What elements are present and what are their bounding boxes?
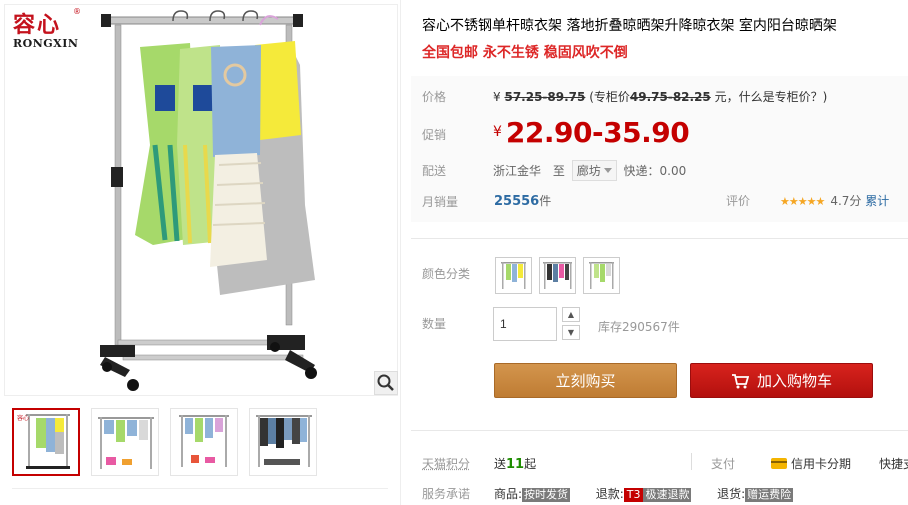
brand-logo: 容心 ® RONGXIN [13, 7, 81, 50]
buy-now-label: 立刻购买 [555, 372, 616, 390]
tmall-points: 送11起 [494, 455, 536, 472]
points-prefix: 送 [494, 457, 507, 471]
original-price-value: 57.25-89.75 [504, 90, 586, 104]
shipping-label: 配送 [422, 164, 447, 178]
svg-text:容心: 容心 [17, 414, 29, 422]
tmall-points-label[interactable]: 天猫积分 [422, 455, 470, 472]
thumbnail-image [256, 415, 312, 467]
product-subtitle: 全国包邮 永不生锈 稳固风吹不倒 [422, 45, 628, 61]
credit-installment-text: 信用卡分期 [791, 457, 852, 471]
chevron-up-icon: ▲ [567, 310, 575, 319]
fast-refund-badge[interactable]: 极速退款 [643, 488, 692, 502]
color-option-3[interactable] [583, 257, 620, 294]
main-product-image[interactable]: 容心 ® RONGXIN [4, 4, 398, 396]
star-rating-icon: ★★★★★ [780, 195, 825, 208]
destination-value: 廊坊 [576, 164, 601, 178]
thumbnail-4[interactable] [249, 408, 317, 476]
express-pay-link[interactable]: 快捷支 [879, 455, 908, 472]
thumbnail-image [179, 415, 229, 467]
ship-to-word: 至 [552, 164, 565, 178]
monthly-sales: 25556件 [494, 192, 551, 209]
destination-select[interactable]: 廊坊 [571, 160, 617, 181]
shipping-insurance-badge[interactable]: 赠运费险 [745, 488, 794, 502]
counter-price-help-link[interactable]: 元，什么是专柜价？) [715, 90, 828, 104]
add-to-cart-button[interactable]: 加入购物车 [690, 363, 873, 398]
original-price: ¥ 57.25-89.75 (专柜价49.75-82.25 元，什么是专柜价？) [493, 88, 827, 105]
counter-price-prefix: (专柜价 [589, 90, 630, 104]
thumbnail-image [98, 417, 154, 469]
thumbnail-3[interactable] [170, 408, 238, 476]
gallery-divider [12, 488, 388, 489]
product-info-panel: 容心不锈钢单杆晾衣架 落地折叠晾晒架升降晾衣架 室内阳台晾晒架 全国包邮 永不生… [400, 0, 908, 505]
ship-from: 浙江金华 [493, 164, 542, 178]
service-promise: 商品: 按时发货 退款: T3 极速退款 退货: 赠运费险 [494, 485, 794, 502]
thumbnail-strip: 容心 [12, 408, 398, 478]
product-title: 容心不锈钢单杆晾衣架 落地折叠晾晒架升降晾衣架 室内阳台晾晒架 [422, 18, 837, 34]
divider [411, 430, 908, 431]
promo-currency: ¥ [493, 124, 502, 140]
monthly-sales-label: 月销量 [422, 195, 459, 209]
rating-score: 4.7分 [830, 194, 862, 208]
divider [411, 238, 908, 239]
chevron-down-icon [603, 168, 612, 173]
counter-price-value: 49.75-82.25 [629, 90, 711, 104]
promo-price: ¥22.90-35.90 [493, 116, 690, 149]
rating-label: 评价 [726, 194, 751, 208]
quantity-decrease-button[interactable]: ▼ [562, 325, 580, 340]
stock-count: 库存290567件 [598, 320, 680, 334]
points-suffix: 起 [524, 457, 537, 471]
monthly-sales-unit: 件 [539, 194, 552, 208]
promo-label: 促销 [422, 128, 447, 142]
refund-label: 退款: [595, 487, 624, 501]
shipping-info: 浙江金华 至 廊坊 快递：0.00 [493, 160, 686, 181]
service-promise-label: 服务承诺 [422, 487, 471, 501]
buy-now-button[interactable]: 立刻购买 [494, 363, 677, 398]
product-gallery: 容心 ® RONGXIN 容心 [0, 0, 400, 505]
monthly-sales-count: 25556 [494, 194, 540, 209]
clothes-rack-illustration [100, 10, 317, 391]
swatch-image [501, 262, 526, 289]
thumbnail-2[interactable] [91, 408, 159, 476]
quantity-increase-button[interactable]: ▲ [562, 307, 580, 322]
registered-mark: ® [73, 7, 81, 16]
brand-name-en: RONGXIN [13, 37, 79, 50]
zoom-button[interactable] [374, 371, 398, 395]
t3-badge: T3 [623, 488, 644, 502]
thumbnail-image: 容心 [17, 414, 70, 469]
cart-icon [731, 373, 749, 388]
credit-installment-link[interactable]: 信用卡分期 [771, 455, 851, 472]
swatch-image [589, 262, 614, 289]
chevron-down-icon: ▼ [567, 328, 575, 337]
brand-name-cn: 容心 [13, 12, 62, 38]
magnifier-icon [377, 374, 394, 391]
color-option-1[interactable] [495, 257, 532, 294]
on-time-shipping-badge[interactable]: 按时发货 [522, 488, 571, 502]
goods-label: 商品: [494, 487, 523, 501]
return-label: 退货: [717, 487, 746, 501]
points-value: 11 [506, 457, 525, 472]
quantity-input[interactable] [493, 307, 557, 341]
color-label: 颜色分类 [422, 267, 471, 281]
swatch-image [543, 262, 572, 289]
price-currency: ¥ [493, 90, 501, 104]
color-option-2[interactable] [539, 257, 576, 294]
quantity-label: 数量 [422, 317, 447, 331]
promo-price-value: 22.90-35.90 [505, 116, 690, 149]
credit-card-icon [771, 458, 787, 469]
cumulative-reviews-link[interactable]: 累计 [865, 194, 889, 208]
shipping-fee: 快递：0.00 [623, 164, 687, 178]
payment-label: 支付 [711, 457, 736, 471]
thumbnail-1[interactable]: 容心 [12, 408, 80, 476]
add-to-cart-label: 加入购物车 [756, 372, 832, 390]
rating: 评价 ★★★★★ 4.7分 累计 [726, 192, 889, 209]
divider [691, 453, 692, 470]
price-label: 价格 [422, 90, 447, 104]
